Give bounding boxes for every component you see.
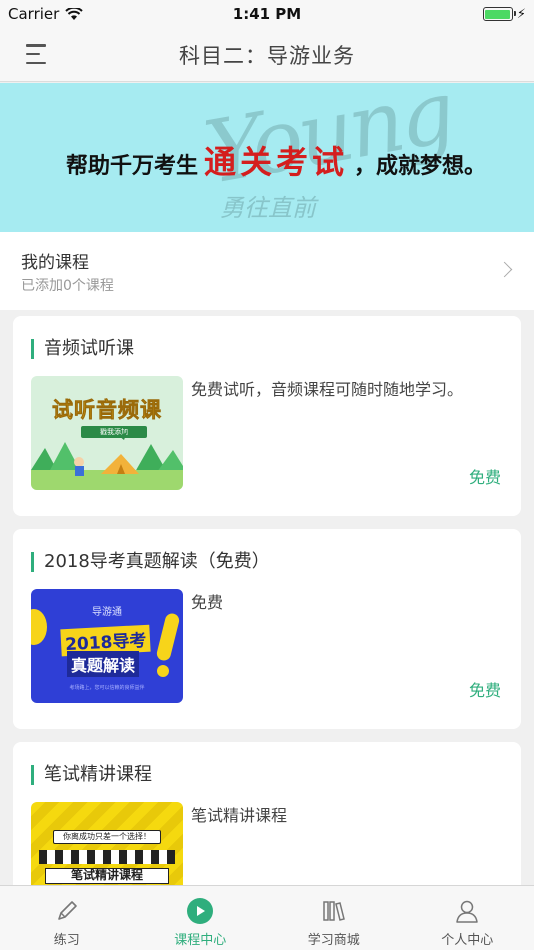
play-circle-icon (185, 896, 215, 926)
course-description: 笔试精讲课程 (191, 806, 288, 825)
thumb-title: 试听音频课 (52, 398, 162, 423)
battery-icon (482, 7, 516, 21)
banner-text-before: 帮助千万考生 (66, 153, 199, 179)
course-card-audio[interactable]: 音频试听课 试听音频课 戳我添加 免费试听，音频课程可随时随地学习。 免费 (13, 316, 521, 516)
status-right: ⚡ (366, 7, 526, 22)
carrier-label: Carrier (8, 5, 60, 23)
course-price: 免费 (468, 681, 501, 700)
course-description: 免费试听，音频课程可随时随地学习。 (191, 380, 464, 399)
tab-bar: 练习 课程中心 学习商城 个人中心 (0, 885, 534, 950)
page-title: 科目二：导游业务 (179, 43, 355, 68)
hamburger-menu-icon[interactable] (26, 44, 48, 64)
thumb-top-text: 你离成功只差一个选择！ (53, 830, 161, 844)
my-course-row[interactable]: 我的课程 已添加0个课程 (0, 232, 534, 310)
course-title: 2018导考真题解读（免费） (31, 552, 270, 572)
course-description: 免费 (191, 593, 224, 612)
banner-text-highlight: 通关考试 (204, 143, 349, 181)
course-price: 免费 (468, 468, 501, 487)
status-left: Carrier (8, 5, 168, 23)
course-title: 音频试听课 (31, 339, 134, 359)
tab-label: 个人中心 (441, 933, 494, 948)
my-course-subtitle: 已添加0个课程 (21, 278, 114, 294)
pencil-icon (52, 896, 82, 926)
thumb-top-text: 导游通 (92, 607, 122, 618)
charging-icon: ⚡ (516, 6, 526, 22)
exclamation-icon (155, 612, 181, 662)
awning-decoration (39, 850, 175, 864)
thumb-foot-text: 考场路上，您可以信赖的良师益伴 (69, 685, 145, 691)
tab-course-center[interactable]: 课程中心 (134, 886, 268, 950)
wifi-icon (65, 7, 84, 20)
tab-label: 练习 (53, 933, 80, 948)
promo-banner[interactable]: Young 勇往直前 帮助千万考生 通关考试 ，成就梦想。 (0, 83, 534, 232)
tab-label: 学习商城 (307, 933, 360, 948)
tab-study-mall[interactable]: 学习商城 (267, 886, 401, 950)
course-title: 笔试精讲课程 (31, 765, 152, 785)
course-thumbnail: 导游通 2018导考 真题解读 考场路上，您可以信赖的良师益伴 (31, 589, 183, 703)
exclamation-dot (157, 665, 169, 677)
banner-watermark-sub: 勇往直前 (220, 194, 316, 222)
banner-slogan: 帮助千万考生 通关考试 ，成就梦想。 (66, 137, 486, 183)
books-icon (319, 896, 349, 926)
person-icon (452, 896, 482, 926)
status-bar: Carrier 1:41 PM ⚡ (0, 0, 534, 28)
course-thumbnail: 试听音频课 戳我添加 (31, 376, 183, 490)
tab-label: 课程中心 (174, 933, 227, 948)
nav-bar: 科目二：导游业务 (0, 28, 534, 82)
my-course-title: 我的课程 (21, 253, 89, 273)
thumb-sub-text: 真题解读 (67, 651, 140, 677)
course-card-exam-review[interactable]: 2018导考真题解读（免费） 导游通 2018导考 真题解读 考场路上，您可以信… (13, 529, 521, 729)
tab-practice[interactable]: 练习 (0, 886, 134, 950)
thumb-main-text: 笔试精讲课程 (45, 868, 169, 884)
banner-text-after: ，成就梦想。 (354, 153, 487, 179)
status-time: 1:41 PM (232, 5, 302, 23)
tab-personal-center[interactable]: 个人中心 (401, 886, 534, 950)
hills-illustration (31, 432, 183, 490)
